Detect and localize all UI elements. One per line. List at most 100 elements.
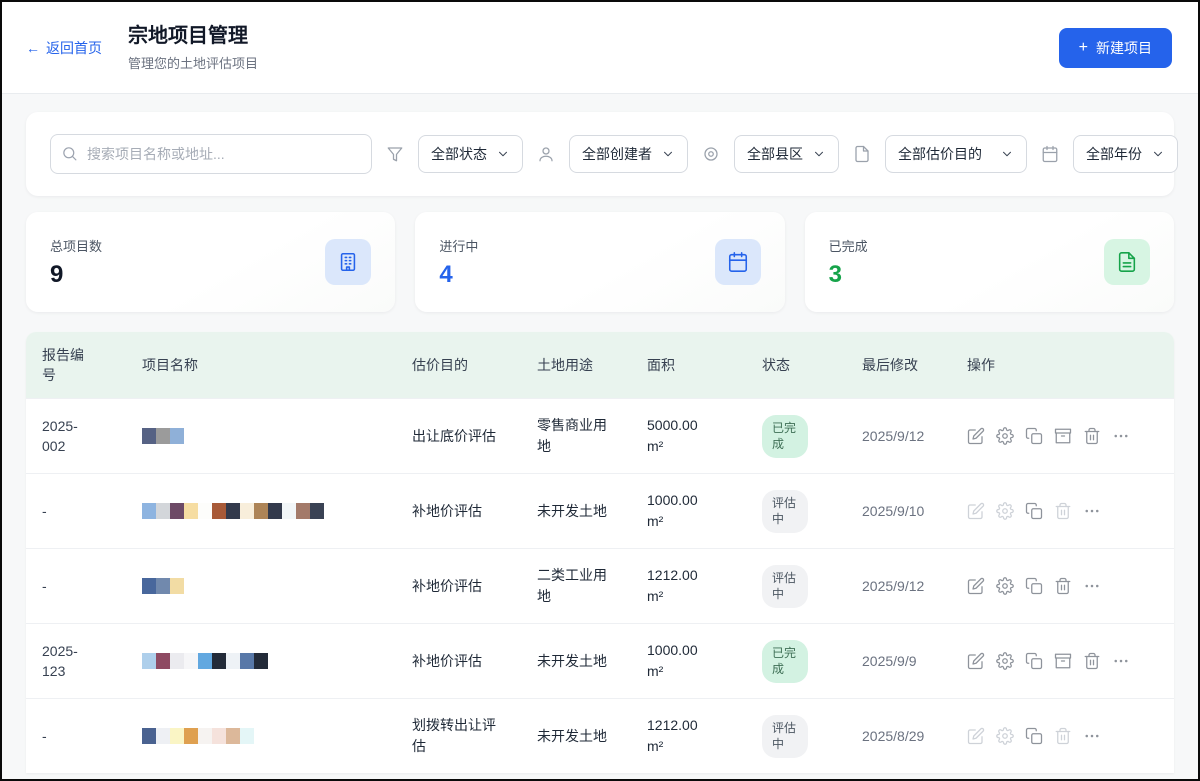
area-cell: 1000.00 m² <box>647 640 762 682</box>
settings-button[interactable] <box>996 427 1014 445</box>
purpose-cell: 出让底价评估 <box>412 426 537 447</box>
table-row[interactable]: 2025-123 补地价评估 未开发土地 1000.00 m² 已完成 2025… <box>26 623 1174 698</box>
edit-button[interactable] <box>967 652 985 670</box>
archive-button[interactable] <box>1054 427 1072 445</box>
redacted-block <box>156 578 170 594</box>
year-filter-select[interactable]: 全部年份 <box>1073 135 1178 173</box>
plus-icon: + <box>1079 40 1088 56</box>
column-header-actions: 操作 <box>967 355 1174 375</box>
projects-table: 报告编号 项目名称 估价目的 土地用途 面积 状态 最后修改 操作 2025-0… <box>26 332 1174 773</box>
district-filter-select[interactable]: 全部县区 <box>734 135 839 173</box>
more-button[interactable] <box>1083 577 1101 595</box>
redacted-block <box>254 503 268 519</box>
table-row[interactable]: - 补地价评估 二类工业用地 1212.00 m² 评估中 2025/9/12 <box>26 548 1174 623</box>
land-use-cell: 未开发土地 <box>537 651 647 672</box>
stat-card-in-progress: 进行中 4 <box>415 212 784 312</box>
new-project-button[interactable]: + 新建项目 <box>1059 28 1172 68</box>
project-name-cell <box>142 578 412 594</box>
redacted-block <box>184 653 198 669</box>
redacted-block <box>142 578 156 594</box>
area-unit: m² <box>647 586 746 607</box>
redacted-block <box>142 653 156 669</box>
purpose-cell: 补地价评估 <box>412 651 537 672</box>
redacted-block <box>156 428 170 444</box>
creator-filter-select[interactable]: 全部创建者 <box>569 135 688 173</box>
back-home-link[interactable]: ← 返回首页 <box>26 38 102 58</box>
user-icon <box>537 145 555 163</box>
purpose-cell: 补地价评估 <box>412 501 537 522</box>
creator-filter-value: 全部创建者 <box>582 144 652 164</box>
area-value: 1212.00 <box>647 715 746 736</box>
table-row[interactable]: - 划拨转出让评估 未开发土地 1212.00 m² 评估中 2025/8/29 <box>26 698 1174 773</box>
redacted-block <box>170 653 184 669</box>
purpose-cell: 补地价评估 <box>412 576 537 597</box>
settings-button[interactable] <box>996 652 1014 670</box>
status-badge: 评估中 <box>762 490 808 532</box>
report-number-cell: - <box>42 576 142 596</box>
row-actions <box>967 577 1174 595</box>
more-button[interactable] <box>1112 427 1130 445</box>
more-button[interactable] <box>1083 727 1101 745</box>
redacted-block <box>142 503 156 519</box>
table-header-row: 报告编号 项目名称 估价目的 土地用途 面积 状态 最后修改 操作 <box>26 332 1174 398</box>
stat-label: 已完成 <box>829 236 868 255</box>
land-use-cell: 未开发土地 <box>537 501 647 522</box>
copy-button[interactable] <box>1025 427 1043 445</box>
search-input[interactable] <box>50 134 372 174</box>
project-name-redacted <box>142 578 396 594</box>
table-row[interactable]: 2025-002 出让底价评估 零售商业用地 5000.00 m² 已完成 20… <box>26 398 1174 473</box>
more-button[interactable] <box>1112 652 1130 670</box>
copy-button[interactable] <box>1025 502 1043 520</box>
settings-button[interactable] <box>996 577 1014 595</box>
valuation-purpose: 补地价评估 <box>412 651 482 672</box>
status-cell: 已完成 <box>762 640 862 682</box>
status-filter-select[interactable]: 全部状态 <box>418 135 523 173</box>
redacted-block <box>212 503 226 519</box>
copy-button[interactable] <box>1025 652 1043 670</box>
more-button[interactable] <box>1083 502 1101 520</box>
stat-label: 进行中 <box>439 236 478 255</box>
land-use: 二类工业用地 <box>537 565 611 607</box>
copy-button[interactable] <box>1025 577 1043 595</box>
back-home-label: 返回首页 <box>46 38 102 58</box>
status-cell: 评估中 <box>762 715 862 757</box>
valuation-purpose: 出让底价评估 <box>412 426 496 447</box>
redacted-block <box>240 653 254 669</box>
column-header-land-use: 土地用途 <box>537 355 647 375</box>
archive-button[interactable] <box>1054 652 1072 670</box>
column-header-area: 面积 <box>647 355 762 375</box>
redacted-block <box>268 503 282 519</box>
filter-bar: 全部状态 全部创建者 全部县区 全部估价目的 全部年份 <box>26 112 1174 196</box>
year-filter-value: 全部年份 <box>1086 144 1142 164</box>
copy-button[interactable] <box>1025 727 1043 745</box>
stat-card-total: 总项目数 9 <box>26 212 395 312</box>
trash-button[interactable] <box>1083 652 1101 670</box>
edit-button[interactable] <box>967 577 985 595</box>
table-body: 2025-002 出让底价评估 零售商业用地 5000.00 m² 已完成 20… <box>26 398 1174 773</box>
redacted-block <box>170 428 184 444</box>
area-unit: m² <box>647 736 746 757</box>
column-header-report-no: 报告编号 <box>42 345 142 386</box>
column-header-project-name: 项目名称 <box>142 355 412 375</box>
redacted-block <box>170 578 184 594</box>
redacted-block <box>184 728 198 744</box>
trash-button[interactable] <box>1054 577 1072 595</box>
page-subtitle: 管理您的土地评估项目 <box>128 53 258 72</box>
row-actions <box>967 427 1174 445</box>
trash-button[interactable] <box>1083 427 1101 445</box>
land-use: 未开发土地 <box>537 726 607 747</box>
purpose-filter-select[interactable]: 全部估价目的 <box>885 135 1027 173</box>
redacted-block <box>170 728 184 744</box>
district-filter-value: 全部县区 <box>747 144 803 164</box>
table-row[interactable]: - 补地价评估 未开发土地 1000.00 m² 评估中 2025/9/10 <box>26 473 1174 548</box>
purpose-filter-value: 全部估价目的 <box>898 144 982 164</box>
last-modified: 2025/9/12 <box>862 428 967 444</box>
edit-button[interactable] <box>967 427 985 445</box>
status-cell: 已完成 <box>762 415 862 457</box>
edit-button <box>967 502 985 520</box>
redacted-block <box>156 728 170 744</box>
calendar-icon <box>1041 145 1059 163</box>
area-value: 5000.00 <box>647 415 746 436</box>
project-name-cell <box>142 653 412 669</box>
valuation-purpose: 划拨转出让评估 <box>412 715 500 757</box>
